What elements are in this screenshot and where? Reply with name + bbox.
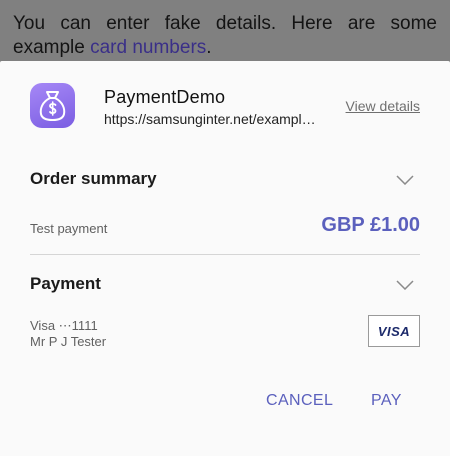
- cardholder-name: Mr P J Tester: [30, 334, 107, 349]
- chevron-down-icon[interactable]: [396, 175, 414, 185]
- money-bag-icon: [30, 83, 75, 128]
- order-summary-title[interactable]: Order summary: [30, 169, 157, 189]
- cancel-button[interactable]: CANCEL: [266, 392, 333, 410]
- order-item-label: Test payment: [30, 221, 108, 236]
- chevron-down-icon[interactable]: [396, 280, 414, 290]
- app-name: PaymentDemo: [104, 87, 226, 107]
- background-text-end: .: [206, 37, 212, 58]
- app-url: https://samsunginter.net/example/payment…: [104, 111, 319, 127]
- card-number: Visa ⋯1111: [30, 318, 98, 333]
- payment-sheet: PaymentDemo https://samsunginter.net/exa…: [0, 61, 450, 456]
- order-total-amount: GBP £1.00: [321, 214, 420, 236]
- card-numbers-link[interactable]: card numbers: [90, 37, 206, 58]
- view-details-link[interactable]: View details: [346, 98, 420, 114]
- pay-button[interactable]: PAY: [371, 392, 402, 410]
- background-page-text: You can enter fake details. Here are som…: [0, 0, 450, 60]
- background-text: You can enter fake details. Here are som…: [13, 13, 437, 58]
- visa-logo: VISA: [368, 315, 420, 347]
- payment-title[interactable]: Payment: [30, 274, 101, 294]
- divider: [30, 254, 420, 255]
